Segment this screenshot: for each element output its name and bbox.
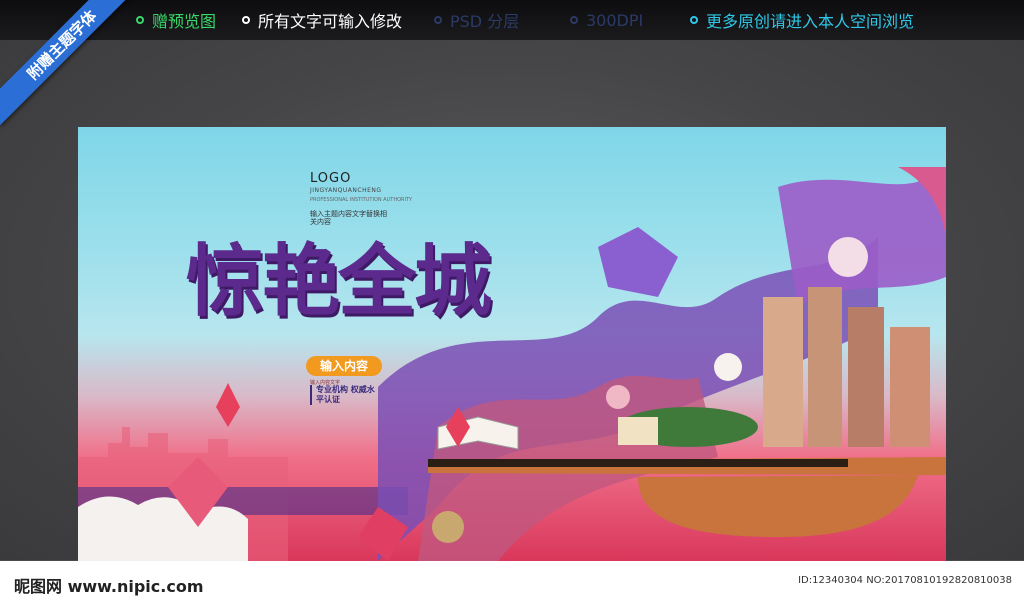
building-2 [808,287,842,447]
poster-badge: 输入内容 [306,356,382,376]
feature-psd: PSD 分层 [434,9,519,31]
building-3 [848,307,884,447]
feature-preview: 赠预览图 [136,9,216,31]
brush-stroke-top [778,177,946,307]
poster-image: LOGO JINGYANQUANCHENG PROFESSIONAL INSTI… [78,127,946,561]
crystal-shape [598,227,678,297]
pavilion [618,417,658,445]
feature-dpi: 300DPI [570,9,643,31]
rose-pink [606,385,630,409]
rose-white [828,237,868,277]
feature-editable-text: 所有文字可输入修改 [242,9,402,31]
feature-more-original-label[interactable]: 更多原创请进入本人空间浏览 [706,8,914,32]
poster-headline: 惊艳全城 [186,236,492,327]
site-watermark[interactable]: 昵图网 www.nipic.com [14,573,204,597]
image-id-label: ID:12340304 NO:20170810192820810038 [798,575,1012,586]
poster-artwork [78,167,946,561]
bullet-icon [136,16,144,24]
violin-neck [428,459,848,467]
poster-box-text: 专业机构 权威水平认证 [310,385,382,405]
poster-logo: LOGO [310,171,352,186]
feature-more-original[interactable]: 更多原创请进入本人空间浏览 [690,9,914,31]
feature-editable-text-label: 所有文字可输入修改 [258,12,403,31]
bullet-icon [242,16,250,24]
bullet-icon [690,16,698,24]
poster-subtitle-tiny: PROFESSIONAL INSTITUTION AUTHORITY [310,197,413,203]
maple-leaf [216,383,240,427]
bullet-icon [434,16,442,24]
building-1 [763,297,803,447]
feature-psd-label: PSD 分层 [450,12,520,31]
top-feature-bar: 赠预览图 所有文字可输入修改 PSD 分层 300DPI 更多原创请进入本人空间… [0,0,1024,40]
figurine [432,511,464,543]
bullet-icon [570,16,578,24]
poster-subtitle-en: JINGYANQUANCHENG [310,187,382,194]
feature-preview-label: 赠预览图 [152,12,217,31]
rose-white-small [714,353,742,381]
building-4 [890,327,930,447]
feature-dpi-label: 300DPI [586,10,644,30]
